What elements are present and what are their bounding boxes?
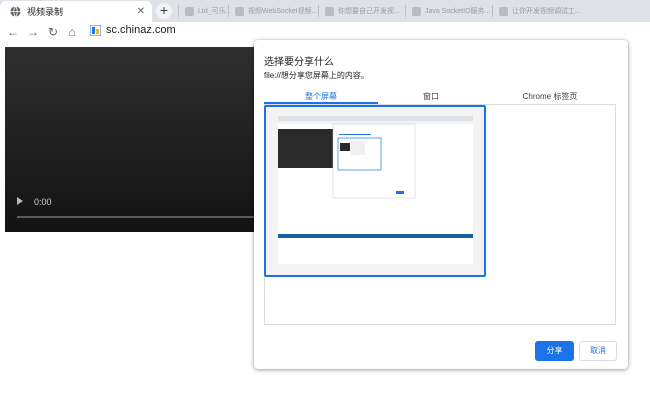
screen-thumbnail[interactable] [264, 105, 486, 277]
tab-favicon-icon [499, 6, 508, 16]
tab-label: 让你开发视频调试工... [512, 8, 581, 15]
new-tab-button[interactable]: + [156, 3, 172, 19]
cancel-button[interactable]: 取消 [579, 341, 617, 361]
site-favicon-icon [90, 25, 101, 36]
screen-preview-image [266, 107, 484, 275]
video-player[interactable]: 0:00 [5, 47, 276, 232]
tab-separator [405, 5, 406, 17]
background-tab[interactable]: 你想要自己开发视... [318, 4, 400, 18]
dialog-subtitle: file://想分享您屏幕上的内容。 [264, 71, 369, 80]
tab-separator [178, 5, 179, 17]
tab-window[interactable]: 窗口 [378, 91, 484, 105]
tab-favicon-icon [325, 6, 334, 16]
tab-favicon-icon [235, 6, 244, 16]
background-tab[interactable]: 让你开发视频调试工... [492, 4, 581, 18]
address-bar[interactable]: sc.chinaz.com [106, 24, 176, 36]
tab-separator [318, 5, 319, 17]
dialog-title: 选择要分享什么 [264, 57, 334, 68]
tab-label: Ltd_可乐... [198, 8, 232, 15]
tab-favicon-icon [412, 6, 421, 16]
video-progress-track[interactable] [17, 216, 276, 218]
tab-separator [492, 5, 493, 17]
play-icon[interactable] [17, 197, 23, 205]
tab-title: 视频录制 [27, 7, 64, 17]
tab-favicon-icon [185, 6, 194, 16]
forward-arrow-icon[interactable]: → [26, 25, 40, 39]
tab-label: Java SocketIO服务... [425, 8, 491, 15]
reload-icon[interactable]: ↻ [46, 25, 60, 39]
tab-label: 视频WebSocket视频... [248, 8, 318, 15]
background-tab[interactable]: 视频WebSocket视频... [228, 4, 318, 18]
globe-icon [10, 6, 21, 17]
tab-active[interactable]: 视频录制 ✕ [0, 1, 152, 22]
tab-chrome-tab[interactable]: Chrome 标签页 [484, 91, 616, 105]
share-screen-dialog: 选择要分享什么 file://想分享您屏幕上的内容。 整个屏幕 窗口 Chrom… [254, 40, 628, 369]
tab-label: 你想要自己开发视... [338, 8, 400, 15]
home-icon[interactable]: ⌂ [65, 25, 79, 39]
background-tab[interactable]: Ltd_可乐... [178, 4, 231, 18]
tab-separator [228, 5, 229, 17]
share-button[interactable]: 分享 [535, 341, 574, 361]
tab-close-icon[interactable]: ✕ [137, 6, 145, 17]
tab-strip: 视频录制 ✕ + Ltd_可乐... 视频WebSocket视频... 你想要自… [0, 0, 650, 22]
back-arrow-icon[interactable]: ← [6, 25, 20, 39]
background-tab[interactable]: Java SocketIO服务... [405, 4, 490, 18]
video-time: 0:00 [34, 197, 52, 207]
